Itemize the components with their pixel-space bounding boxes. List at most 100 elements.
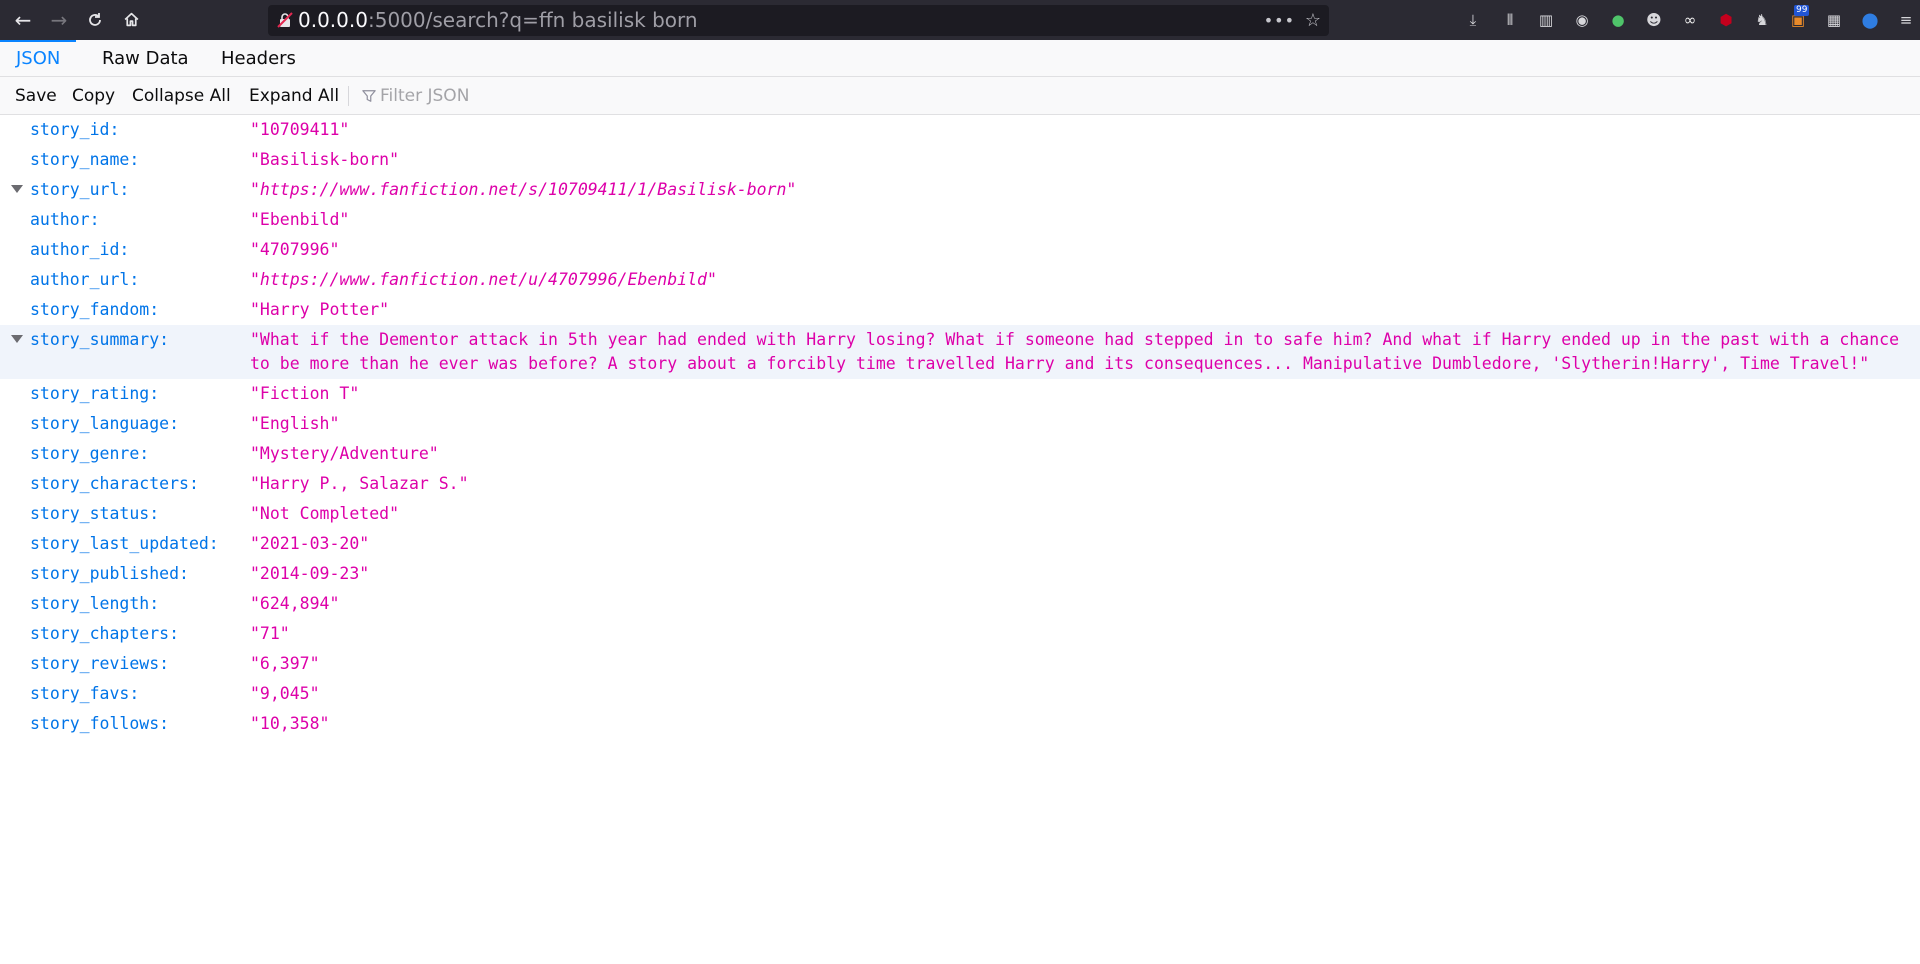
json-value: "71" (250, 624, 290, 643)
json-row[interactable]: story_published: "2014-09-23" (0, 559, 1920, 589)
json-key: story_favs: (30, 684, 140, 703)
url-host: 0.0.0.0 (298, 8, 368, 32)
forward-button[interactable]: → (42, 6, 76, 34)
extension-ghost-icon[interactable]: ♞ (1752, 10, 1772, 30)
json-row[interactable]: story_follows: "10,358" (0, 709, 1920, 739)
tab-headers-label: Headers (221, 48, 296, 69)
reload-icon (89, 13, 101, 26)
json-key: author_id: (30, 240, 130, 259)
json-value: "4707996" (250, 240, 340, 259)
extension-face-icon[interactable]: ☻ (1644, 10, 1664, 30)
json-value: "10709411" (250, 120, 350, 139)
back-arrow-icon: ← (14, 8, 32, 32)
home-button[interactable] (114, 6, 148, 34)
json-key: story_genre: (30, 444, 150, 463)
json-row[interactable]: author_url: "https://www.fanfiction.net/u… (0, 265, 1920, 295)
library-icon[interactable]: ⫴ (1500, 10, 1520, 30)
json-key: story_characters: (30, 474, 199, 493)
page-actions-button[interactable]: ••• (1264, 5, 1295, 36)
json-row[interactable]: story_chapters: "71" (0, 619, 1920, 649)
copy-button[interactable]: Copy (72, 77, 115, 115)
ublock-icon[interactable]: ⬢ (1716, 10, 1736, 30)
json-row[interactable]: story_id: "10709411" (0, 115, 1920, 145)
browser-toolbar: ← → 0.0.0.0:5000/search?q=ffn basilisk b… (0, 0, 1920, 40)
json-value: "Basilisk-born" (250, 150, 400, 169)
json-key: story_status: (30, 504, 160, 523)
json-value: "2014-09-23" (250, 564, 370, 583)
json-row[interactable]: story_status: "Not Completed" (0, 499, 1920, 529)
json-value: "624,894" (250, 594, 340, 613)
menu-icon[interactable]: ≡ (1896, 10, 1916, 30)
json-key: story_reviews: (30, 654, 170, 673)
json-key: story_follows: (30, 714, 170, 733)
json-toolbar: Save Copy Collapse All Expand All (0, 77, 1920, 115)
json-value: "Not Completed" (250, 504, 400, 523)
json-row[interactable]: story_language: "English" (0, 409, 1920, 439)
json-key: story_length: (30, 594, 160, 613)
json-viewer-tabs: JSON Raw Data Headers (0, 40, 1920, 77)
save-button[interactable]: Save (15, 77, 57, 115)
json-value: "9,045" (250, 684, 320, 703)
home-icon (124, 12, 138, 27)
json-key: story_last_updated: (30, 534, 219, 553)
json-value: "10,358" (250, 714, 330, 733)
json-row[interactable]: story_characters: "Harry P., Salazar S." (0, 469, 1920, 499)
tab-headers[interactable]: Headers (205, 40, 312, 77)
extension-grid-icon[interactable]: ▦ (1824, 10, 1844, 30)
json-value: "Ebenbild" (250, 210, 350, 229)
extension-glasses-icon[interactable]: ∞ (1680, 10, 1700, 30)
json-row[interactable]: story_last_updated: "2021-03-20" (0, 529, 1920, 559)
json-row[interactable]: author: "Ebenbild" (0, 205, 1920, 235)
json-key: story_language: (30, 414, 180, 433)
json-row[interactable]: story_reviews: "6,397" (0, 649, 1920, 679)
json-row[interactable]: story_favs: "9,045" (0, 679, 1920, 709)
json-value-link[interactable]: "https://www.fanfiction.net/s/10709411/1… (250, 175, 1904, 202)
json-key: story_rating: (30, 384, 160, 403)
json-row[interactable]: story_name: "Basilisk-born" (0, 145, 1920, 175)
extension-green-icon[interactable]: ● (1608, 10, 1628, 30)
json-value: "Mystery/Adventure" (250, 444, 439, 463)
json-value: "Harry P., Salazar S." (250, 474, 469, 493)
expand-toggle-icon[interactable] (11, 335, 23, 343)
tab-raw-data[interactable]: Raw Data (86, 40, 205, 77)
json-key: story_url: (30, 180, 130, 199)
url-text[interactable]: 0.0.0.0:5000/search?q=ffn basilisk born (298, 5, 698, 36)
url-path: :5000/search?q=ffn basilisk born (367, 8, 698, 32)
json-row[interactable]: story_length: "624,894" (0, 589, 1920, 619)
collapse-all-button[interactable]: Collapse All (132, 77, 231, 115)
json-value: "6,397" (250, 654, 320, 673)
json-value-link[interactable]: "https://www.fanfiction.net/u/4707996/Eb… (250, 265, 1904, 292)
json-row[interactable]: story_fandom: "Harry Potter" (0, 295, 1920, 325)
address-bar[interactable]: 0.0.0.0:5000/search?q=ffn basilisk born … (268, 5, 1329, 36)
json-row[interactable]: story_genre: "Mystery/Adventure" (0, 439, 1920, 469)
json-row[interactable]: story_url: "https://www.fanfiction.net/s/… (0, 175, 1920, 205)
filter-json-input[interactable] (380, 83, 680, 109)
extension-shield-icon[interactable]: ⬤ (1860, 10, 1880, 30)
forward-arrow-icon: → (50, 8, 68, 32)
json-row[interactable]: story_rating: "Fiction T" (0, 379, 1920, 409)
toolbar-divider (348, 86, 349, 106)
back-button[interactable]: ← (6, 6, 40, 34)
json-key: story_summary: (30, 330, 170, 349)
json-key: author_url: (30, 270, 140, 289)
tab-raw-data-label: Raw Data (102, 48, 189, 69)
bookmark-star-icon[interactable]: ☆ (1305, 5, 1321, 36)
insecure-lock-icon (277, 12, 293, 28)
tab-json[interactable]: JSON (0, 40, 77, 77)
json-value: "English" (250, 414, 340, 433)
json-key: story_chapters: (30, 624, 180, 643)
tab-json-label: JSON (16, 48, 61, 69)
json-key: author: (30, 210, 100, 229)
json-key: story_id: (30, 120, 120, 139)
filter-icon (362, 90, 376, 102)
account-icon[interactable]: ◉ (1572, 10, 1592, 30)
expand-all-button[interactable]: Expand All (249, 77, 339, 115)
json-row[interactable]: story_summary: "What if the Dementor atta… (0, 325, 1920, 379)
sidebar-icon[interactable]: ▥ (1536, 10, 1556, 30)
json-row[interactable]: author_id: "4707996" (0, 235, 1920, 265)
json-value: "2021-03-20" (250, 534, 370, 553)
json-key: story_fandom: (30, 300, 160, 319)
download-icon[interactable]: ⤓ (1463, 10, 1483, 30)
reload-button[interactable] (78, 6, 112, 34)
expand-toggle-icon[interactable] (11, 185, 23, 193)
